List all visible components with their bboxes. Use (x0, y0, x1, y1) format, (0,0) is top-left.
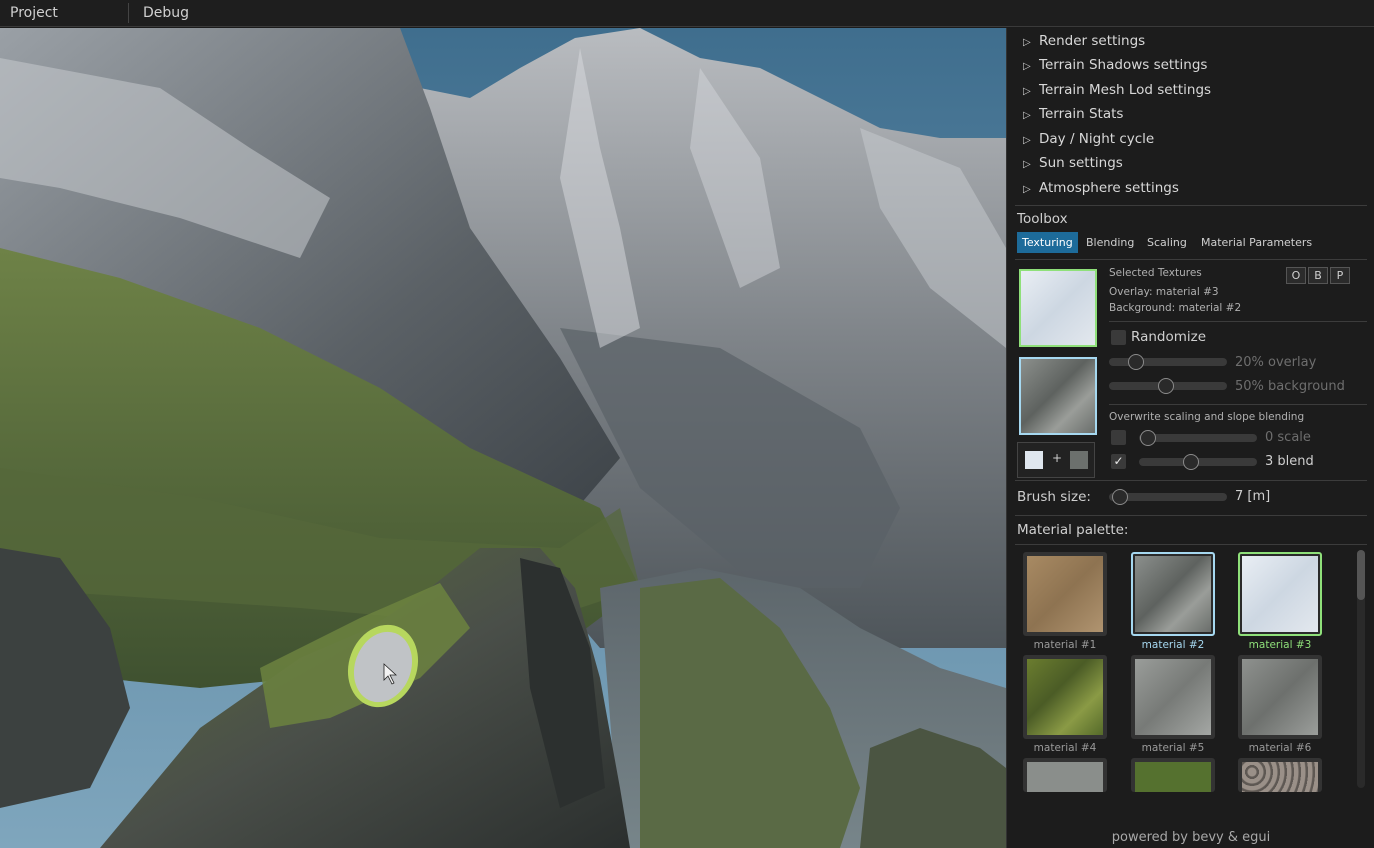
divider (1015, 259, 1367, 260)
section-terrain-stats[interactable]: ▷ Terrain Stats (1023, 104, 1123, 124)
overlay-texture-swatch[interactable] (1019, 269, 1097, 347)
material-9-tile[interactable] (1238, 758, 1322, 792)
divider (1109, 404, 1367, 405)
tab-texturing[interactable]: Texturing (1017, 232, 1078, 253)
menu-bar: Project Debug (0, 0, 1374, 27)
scale-slider-handle[interactable] (1140, 430, 1156, 446)
collapsed-triangle-icon: ▷ (1023, 184, 1031, 195)
stone-texture (1242, 659, 1318, 735)
side-panel: ▷ Render settings ▷ Terrain Shadows settin… (1006, 28, 1374, 848)
section-label: Render settings (1039, 33, 1146, 49)
brush-size-value: 7 [m] (1235, 489, 1271, 504)
section-terrain-mesh-lod[interactable]: ▷ Terrain Mesh Lod settings (1023, 80, 1211, 100)
divider (1015, 480, 1367, 481)
background-texture-swatch[interactable] (1019, 357, 1097, 435)
material-5-tile[interactable] (1131, 655, 1215, 739)
background-slider-handle[interactable] (1158, 378, 1174, 394)
material-4-tile[interactable] (1023, 655, 1107, 739)
section-label: Day / Night cycle (1039, 131, 1155, 147)
collapsed-triangle-icon: ▷ (1023, 86, 1031, 97)
divider (1109, 321, 1367, 322)
blend-slider-handle[interactable] (1183, 454, 1199, 470)
footer-credit: powered by bevy & egui (1111, 830, 1271, 845)
tab-scaling[interactable]: Scaling (1142, 232, 1192, 253)
material-3-label: material #3 (1248, 639, 1312, 651)
menu-separator (128, 3, 129, 23)
section-label: Atmosphere settings (1039, 180, 1179, 196)
material-6-label: material #6 (1248, 742, 1312, 754)
section-label: Terrain Mesh Lod settings (1039, 82, 1212, 98)
scale-value: 0 scale (1265, 430, 1311, 445)
overlay-slider-handle[interactable] (1128, 354, 1144, 370)
snow-texture (1242, 556, 1318, 632)
scrollbar-thumb[interactable] (1357, 550, 1365, 600)
collapsed-triangle-icon: ▷ (1023, 159, 1031, 170)
combo-plus: + (1052, 451, 1063, 465)
material-8-tile[interactable] (1131, 758, 1215, 792)
material-1-tile[interactable] (1023, 552, 1107, 636)
material-6-tile[interactable] (1238, 655, 1322, 739)
stone-texture (1135, 659, 1211, 735)
blend-checkbox[interactable]: ✓ (1111, 454, 1126, 469)
menu-debug[interactable]: Debug (143, 0, 189, 26)
checkmark-icon: ✓ (1113, 454, 1124, 468)
menu-project[interactable]: Project (10, 0, 58, 26)
section-label: Terrain Stats (1039, 106, 1124, 122)
terrain-viewport[interactable] (0, 28, 1006, 848)
background-slider-value: 50% background (1235, 379, 1345, 394)
brush-size-label: Brush size: (1017, 489, 1091, 505)
section-label: Terrain Shadows settings (1039, 57, 1208, 73)
material-3-tile[interactable] (1238, 552, 1322, 636)
divider (1015, 544, 1367, 545)
moss-texture (1027, 659, 1103, 735)
blend-value: 3 blend (1265, 454, 1314, 469)
background-label: Background: material #2 (1109, 302, 1242, 314)
material-2-tile[interactable] (1131, 552, 1215, 636)
divider (1015, 515, 1367, 516)
collapsed-triangle-icon: ▷ (1023, 135, 1031, 146)
selected-textures-title: Selected Textures (1109, 267, 1202, 279)
divider (1015, 205, 1367, 206)
overlay-label: Overlay: material #3 (1109, 286, 1219, 298)
section-render-settings[interactable]: ▷ Render settings (1023, 31, 1145, 51)
tab-material-parameters[interactable]: Material Parameters (1196, 232, 1317, 253)
material-5-label: material #5 (1141, 742, 1205, 754)
paint-mode-button[interactable]: P (1330, 267, 1350, 284)
section-atmosphere-settings[interactable]: ▷ Atmosphere settings (1023, 178, 1179, 198)
tab-blending[interactable]: Blending (1081, 232, 1139, 253)
background-mode-button[interactable]: B (1308, 267, 1328, 284)
texture-combo-preview: + (1017, 442, 1095, 478)
section-day-night-cycle[interactable]: ▷ Day / Night cycle (1023, 129, 1154, 149)
terrain-render (0, 28, 1006, 848)
randomize-checkbox[interactable] (1111, 330, 1126, 345)
material-1-label: material #1 (1033, 639, 1097, 651)
gravel-texture (1027, 762, 1103, 792)
overwrite-label: Overwrite scaling and slope blending (1109, 411, 1305, 423)
brush-size-slider-handle[interactable] (1112, 489, 1128, 505)
overlay-mode-button[interactable]: O (1286, 267, 1306, 284)
material-7-tile[interactable] (1023, 758, 1107, 792)
toolbox-title: Toolbox (1017, 211, 1068, 227)
section-label: Sun settings (1039, 155, 1123, 171)
scale-slider[interactable] (1139, 434, 1257, 442)
overlay-slider[interactable] (1109, 358, 1227, 366)
material-4-label: material #4 (1033, 742, 1097, 754)
rock-texture (1135, 556, 1211, 632)
material-2-label: material #2 (1141, 639, 1205, 651)
overlay-mini-icon (1025, 451, 1043, 469)
collapsed-triangle-icon: ▷ (1023, 61, 1031, 72)
collapsed-triangle-icon: ▷ (1023, 110, 1031, 121)
sand-texture (1027, 556, 1103, 632)
palette-scrollbar[interactable] (1357, 550, 1365, 788)
collapsed-triangle-icon: ▷ (1023, 37, 1031, 48)
section-sun-settings[interactable]: ▷ Sun settings (1023, 153, 1123, 173)
overlay-slider-value: 20% overlay (1235, 355, 1317, 370)
section-terrain-shadows[interactable]: ▷ Terrain Shadows settings (1023, 55, 1207, 75)
grass-texture (1135, 762, 1211, 792)
background-mini-icon (1070, 451, 1088, 469)
cobblestone-texture (1242, 762, 1318, 792)
randomize-label: Randomize (1131, 329, 1207, 345)
material-palette-title: Material palette: (1017, 522, 1129, 538)
scale-checkbox[interactable] (1111, 430, 1126, 445)
